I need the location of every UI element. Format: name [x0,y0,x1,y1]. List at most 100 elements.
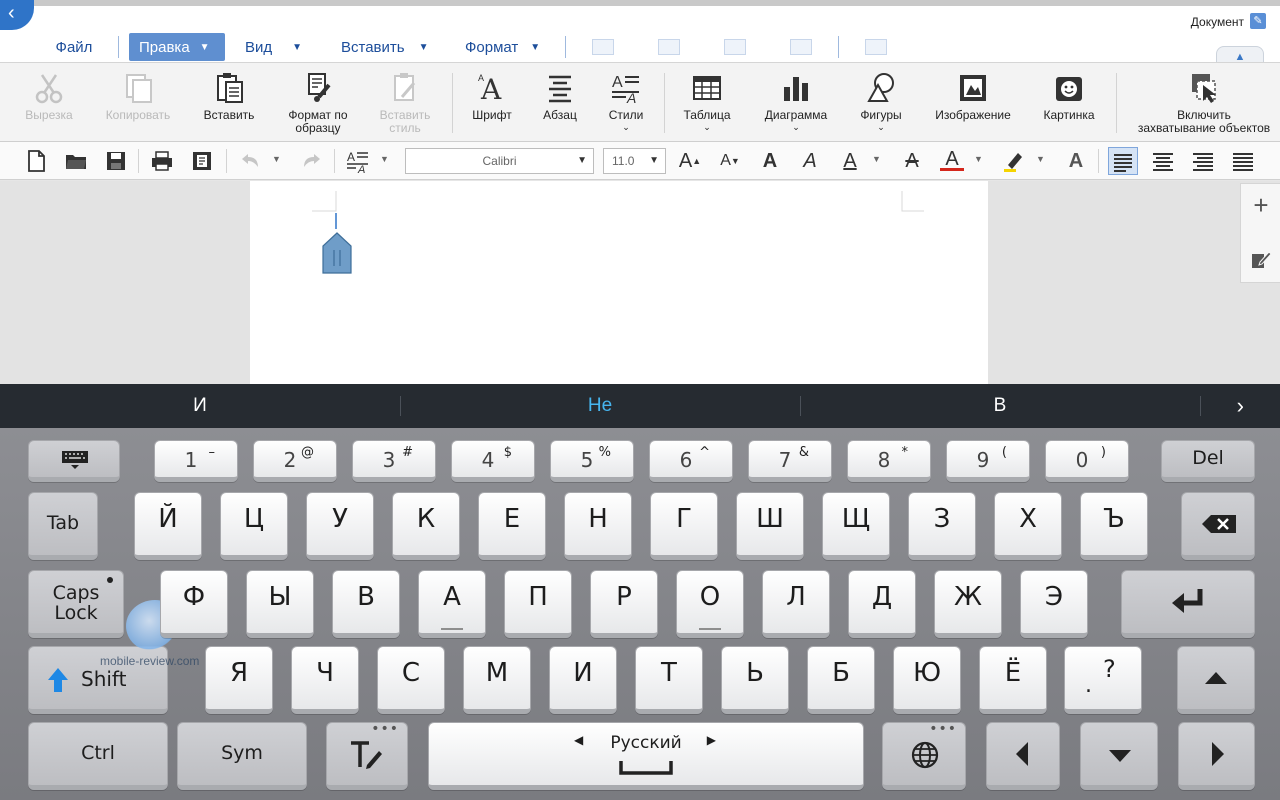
number-key[interactable]: 9( [946,440,1030,482]
text-effect-icon[interactable]: A [1064,149,1088,173]
bold-icon[interactable]: A [758,149,782,173]
text-cursor-handle[interactable] [322,232,352,274]
letter-key[interactable]: Э [1020,570,1088,638]
letter-key[interactable]: Ц [220,492,288,560]
align-center-button[interactable] [1148,147,1178,175]
font-family-select[interactable]: Calibri ▼ [405,148,594,174]
chevron-down-icon[interactable]: ▼ [1036,154,1045,164]
number-key[interactable]: 4 $ [451,440,535,482]
space-key[interactable]: ◀ Русский ▶ [428,722,864,790]
increase-font-icon[interactable]: A▲ [678,149,702,173]
chevron-down-icon[interactable]: ▼ [974,154,983,164]
letter-key[interactable]: Т [635,646,703,714]
menu-edit[interactable]: Правка ▼ [129,33,225,61]
styles-small-icon[interactable]: AA [346,149,370,176]
sym-key[interactable]: Sym [177,722,307,790]
caps-lock-key[interactable]: Caps Lock [28,570,124,638]
letter-key[interactable]: Ь [721,646,789,714]
arrow-left-key[interactable] [986,722,1060,790]
italic-icon[interactable]: A [798,149,822,173]
handwriting-key[interactable]: ••• [326,722,408,790]
arrow-right-key[interactable] [1178,722,1255,790]
letter-key[interactable]: Ё [979,646,1047,714]
number-key[interactable]: 3 # [352,440,436,482]
letter-key[interactable]: К [392,492,460,560]
letter-key[interactable]: А [418,570,486,638]
letter-key[interactable]: Ш [736,492,804,560]
back-button[interactable]: ‹ [0,0,34,30]
number-key[interactable]: 2 @ [253,440,337,482]
edit-icon[interactable]: ✎ [1250,13,1266,29]
tab-key[interactable]: Tab [28,492,98,560]
table-quick-icon[interactable] [592,39,614,55]
undo-icon[interactable] [238,149,262,173]
letter-key[interactable]: О [676,570,744,638]
add-icon[interactable]: + [1249,192,1273,218]
align-justify-button[interactable] [1228,147,1258,175]
chevron-right-icon[interactable]: › [1237,384,1244,428]
letter-key[interactable]: Н [564,492,632,560]
object-capture-button[interactable]: Включить захватывание объектов [1130,71,1278,135]
redo-icon[interactable] [300,149,324,173]
menu-file[interactable]: Файл [34,33,114,61]
paste-button[interactable]: Вставить [194,71,264,122]
enter-key[interactable] [1121,570,1255,638]
styles-button[interactable]: AA Стили ⌄ [598,71,654,132]
letter-key[interactable]: Ж [934,570,1002,638]
table-button[interactable]: Таблица ⌄ [676,71,738,132]
menu-format[interactable]: Формат ▼ [451,33,561,61]
paste-style-button[interactable]: Вставить стиль [370,71,440,135]
letter-key[interactable]: У [306,492,374,560]
shapes-quick-icon[interactable] [790,39,812,55]
highlighter-icon[interactable] [1002,149,1026,173]
letter-key[interactable]: Е [478,492,546,560]
hide-keyboard-key[interactable] [28,440,120,482]
shapes-button[interactable]: Фигуры ⌄ [850,71,912,132]
letter-key[interactable]: С [377,646,445,714]
font-button[interactable]: AA Шрифт [462,71,522,122]
letter-key[interactable]: З [908,492,976,560]
textbox-quick-icon[interactable] [865,39,887,55]
chart-quick-icon[interactable] [658,39,680,55]
chevron-down-icon[interactable]: ▼ [872,154,881,164]
open-folder-icon[interactable] [64,149,88,173]
new-document-icon[interactable] [24,149,48,173]
number-key[interactable]: 6 ^ [649,440,733,482]
arrow-up-key[interactable] [1177,646,1255,714]
number-key[interactable]: 0) [1045,440,1129,482]
letter-key[interactable]: Щ [822,492,890,560]
image-quick-icon[interactable] [724,39,746,55]
letter-key[interactable]: Й [134,492,202,560]
font-size-select[interactable]: 11.0 ▼ [603,148,666,174]
letter-key[interactable]: Д [848,570,916,638]
edit-note-icon[interactable] [1250,248,1272,270]
letter-key[interactable]: Ч [291,646,359,714]
letter-key[interactable]: М [463,646,531,714]
suggestion-item[interactable]: В [800,384,1200,428]
letter-key[interactable]: Я [205,646,273,714]
letter-key[interactable]: Ф [160,570,228,638]
letter-key[interactable]: Х [994,492,1062,560]
copy-button[interactable]: Копировать [100,71,176,122]
number-key[interactable]: 1– [154,440,238,482]
suggestion-item-highlighted[interactable]: Не [400,384,800,428]
clipart-button[interactable]: Картинка [1036,71,1102,122]
underline-icon[interactable]: A [838,149,862,173]
menu-insert[interactable]: Вставить ▼ [327,33,445,61]
decrease-font-icon[interactable]: A▼ [718,149,742,173]
save-icon[interactable] [104,149,128,173]
letter-key[interactable]: Ъ [1080,492,1148,560]
font-color-icon[interactable]: A [940,149,964,171]
letter-key[interactable]: Б [807,646,875,714]
chevron-down-icon[interactable]: ▼ [272,154,281,164]
strikethrough-icon[interactable]: A [900,149,924,173]
letter-key[interactable]: Р [590,570,658,638]
arrow-down-key[interactable] [1080,722,1158,790]
letter-key[interactable]: В [332,570,400,638]
letter-key[interactable]: И [549,646,617,714]
backspace-key[interactable] [1181,492,1255,560]
menu-view[interactable]: Вид ▼ [231,33,327,61]
page-view-icon[interactable] [190,149,214,173]
punctuation-key[interactable]: ? . [1064,646,1142,714]
letter-key[interactable]: Л [762,570,830,638]
